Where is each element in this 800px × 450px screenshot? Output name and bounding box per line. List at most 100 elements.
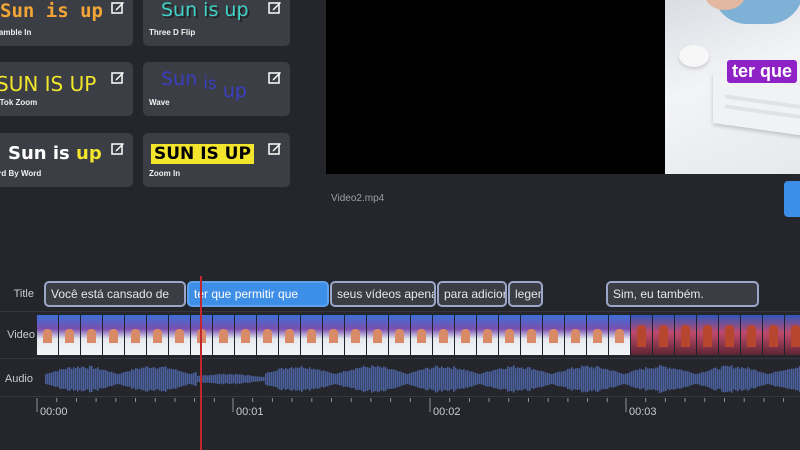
waveform-bar [707, 370, 709, 388]
waveform-bar [487, 371, 489, 387]
waveform-bar [513, 365, 515, 393]
waveform-bar [237, 374, 239, 384]
waveform-bar [301, 365, 303, 393]
waveform-bar [407, 373, 409, 385]
waveform-bar [591, 366, 593, 392]
waveform-bar [91, 365, 93, 393]
waveform-bar [273, 371, 275, 387]
waveform-bar [471, 371, 473, 387]
video-thumbnail [521, 315, 542, 355]
waveform-bar [57, 371, 59, 387]
edit-icon[interactable] [268, 141, 282, 155]
style-card-word-by-word[interactable]: Sun is up Word By Word [0, 133, 133, 187]
waveform-bar [781, 370, 783, 388]
waveform-bar [103, 369, 105, 389]
style-card-scramble-in[interactable]: Sun is up Scramble In [0, 0, 133, 46]
waveform-bar [475, 373, 477, 385]
waveform-bar [601, 368, 603, 390]
waveform-bar [337, 373, 339, 385]
style-name: Three D Flip [149, 28, 196, 37]
waveform-bar [211, 374, 213, 384]
waveform-bar [447, 366, 449, 392]
style-card-three-d-flip[interactable]: Sun is up Three D Flip [143, 0, 290, 46]
waveform-bar [611, 370, 613, 388]
waveform-bar [107, 371, 109, 387]
title-clip[interactable]: para adicior [437, 281, 507, 307]
title-clip-selected[interactable]: ter que permitir que [187, 281, 329, 307]
waveform-bar [723, 365, 725, 393]
waveform-bar [359, 368, 361, 390]
waveform-bar [313, 368, 315, 390]
waveform-bar [435, 365, 437, 393]
time-ruler[interactable] [0, 398, 800, 420]
waveform-bar [687, 371, 689, 387]
waveform-bar [787, 369, 789, 389]
edit-icon[interactable] [111, 0, 125, 14]
waveform-bar [71, 368, 73, 390]
playhead[interactable] [200, 276, 202, 450]
waveform-bar [617, 372, 619, 386]
video-thumbnail [631, 315, 652, 355]
time-label: 00:00 [40, 406, 68, 418]
waveform-bar [595, 366, 597, 392]
style-card-zoom-in[interactable]: SUN IS UP Zoom In [143, 133, 290, 187]
waveform-bar [303, 368, 305, 390]
title-clip[interactable]: Sim, eu também. [606, 281, 759, 307]
title-clip[interactable]: leger [508, 281, 543, 307]
side-action-button[interactable] [784, 181, 800, 217]
waveform-bar [171, 368, 173, 390]
waveform-bar [515, 368, 517, 390]
waveform-bar [543, 371, 545, 387]
waveform-bar [427, 367, 429, 391]
waveform-bar [697, 373, 699, 385]
waveform-bar [193, 372, 195, 386]
waveform-bar [747, 367, 749, 391]
edit-icon[interactable] [268, 70, 282, 84]
mouse-object [679, 45, 709, 67]
video-thumbnail [213, 315, 234, 355]
video-track-thumbnails[interactable] [37, 315, 800, 355]
title-clip[interactable]: Você está cansado de [44, 281, 186, 307]
audio-waveform[interactable] [45, 363, 800, 395]
waveform-bar [307, 369, 309, 389]
waveform-bar [629, 372, 631, 386]
waveform-bar [369, 368, 371, 390]
video-thumbnail [301, 315, 322, 355]
waveform-bar [363, 365, 365, 393]
waveform-bar [685, 370, 687, 388]
edit-icon[interactable] [268, 0, 282, 14]
waveform-bar [161, 366, 163, 392]
edit-icon[interactable] [111, 141, 125, 155]
style-preview: SUN IS UP [151, 144, 254, 164]
waveform-bar [477, 373, 479, 385]
edit-icon[interactable] [111, 70, 125, 84]
time-label: 00:03 [629, 406, 657, 418]
waveform-bar [327, 371, 329, 387]
style-card-wave[interactable]: Sun is up Wave [143, 62, 290, 116]
video-preview[interactable]: ter que [326, 0, 800, 174]
waveform-bar [229, 374, 231, 384]
waveform-bar [659, 365, 661, 393]
waveform-bar [213, 374, 215, 384]
waveform-bar [535, 369, 537, 389]
video-thumbnail [367, 315, 388, 355]
waveform-bar [343, 370, 345, 388]
style-name: Scramble In [0, 28, 32, 37]
waveform-bar [241, 374, 243, 384]
waveform-bar [155, 368, 157, 390]
waveform-bar [695, 374, 697, 384]
style-preview: Sun is up [161, 66, 247, 102]
waveform-bar [197, 375, 199, 383]
waveform-bar [483, 372, 485, 386]
waveform-bar [157, 368, 159, 390]
waveform-bar [93, 368, 95, 390]
waveform-bar [655, 367, 657, 391]
waveform-bar [731, 365, 733, 393]
waveform-bar [725, 365, 727, 393]
style-card-tik-tok-zoom[interactable]: SUN IS UP Tik Tok Zoom [0, 62, 133, 116]
track-label-audio: Audio [4, 373, 33, 385]
waveform-bar [423, 369, 425, 389]
waveform-bar [145, 366, 147, 392]
title-clip[interactable]: seus vídeos apena [330, 281, 436, 307]
waveform-bar [517, 367, 519, 391]
